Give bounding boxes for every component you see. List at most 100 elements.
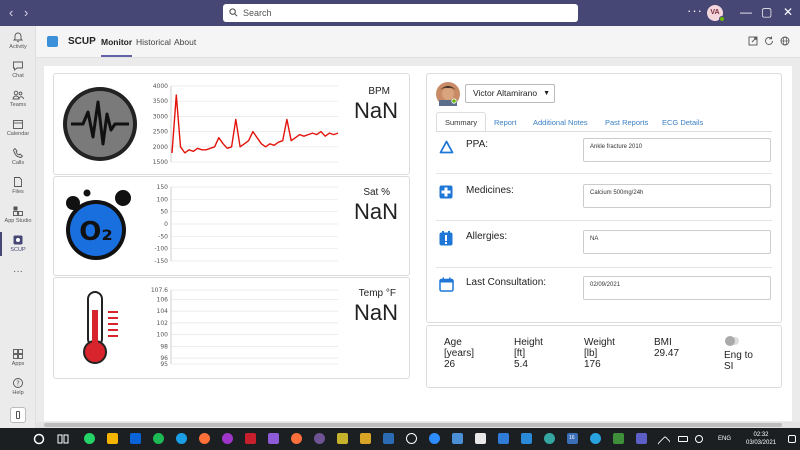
app-icon[interactable] <box>475 433 486 444</box>
rail-item-calendar[interactable]: Calendar <box>0 118 36 137</box>
chart-tick-label: -100 <box>154 246 168 253</box>
minimize-button[interactable]: — <box>740 6 752 18</box>
app-icon[interactable] <box>383 433 394 444</box>
app-icon[interactable] <box>268 433 279 444</box>
wifi-icon[interactable] <box>695 435 703 443</box>
app-icon[interactable] <box>360 433 371 444</box>
spotify-icon[interactable] <box>153 433 164 444</box>
more-options-icon[interactable]: ··· <box>687 3 703 18</box>
github-icon[interactable] <box>314 433 325 444</box>
chart-tick-label: 1500 <box>153 159 168 166</box>
task-view-icon[interactable] <box>57 433 69 445</box>
o2-icon: O₂ <box>66 189 131 260</box>
app-icon[interactable] <box>613 433 624 444</box>
language-indicator[interactable]: ENG <box>718 436 731 442</box>
vscode-icon[interactable] <box>521 433 532 444</box>
arduino-icon[interactable] <box>544 433 555 444</box>
firefox-icon[interactable] <box>199 433 210 444</box>
whatsapp-icon[interactable] <box>84 433 95 444</box>
filezilla-icon[interactable] <box>245 433 256 444</box>
sat-value: NaN <box>353 199 398 224</box>
chart-tick-label: -50 <box>158 233 168 240</box>
app-icon[interactable] <box>337 433 348 444</box>
app-icon[interactable] <box>498 433 509 444</box>
field-divider <box>436 267 772 268</box>
height-unit: [ft] <box>514 348 526 359</box>
app-icon[interactable] <box>452 433 463 444</box>
ppa-field[interactable]: Ankle fracture 2010 <box>583 138 771 162</box>
back-arrow-icon[interactable]: ‹ <box>9 5 13 20</box>
rail-item-more[interactable]: ··· <box>0 266 36 277</box>
app-icon[interactable] <box>406 433 417 444</box>
maximize-button[interactable]: ▢ <box>761 6 772 18</box>
rail-item-activity[interactable]: Activity <box>0 31 36 50</box>
app-icon[interactable] <box>222 433 233 444</box>
tab-report[interactable]: Report <box>494 118 517 127</box>
refresh-icon[interactable] <box>764 36 774 46</box>
field-divider <box>436 220 772 221</box>
allergies-field[interactable]: NA <box>583 230 771 254</box>
rail-item-app-studio[interactable]: App Studio <box>0 205 36 224</box>
chart-tick-label: 2500 <box>153 129 168 136</box>
scup-logo-icon <box>47 36 58 47</box>
taskbar: 16 ENG 02:32 03/03/2021 <box>0 428 800 450</box>
chart-tick-label: 102 <box>157 320 169 327</box>
forward-arrow-icon[interactable]: › <box>24 5 28 20</box>
medicines-field[interactable]: Calcium 500mg/24h <box>583 184 771 208</box>
weight-unit: [lb] <box>584 348 598 359</box>
app-badge: 16 <box>569 435 575 441</box>
mail-icon[interactable] <box>130 433 141 444</box>
battery-icon[interactable] <box>678 436 688 442</box>
tab-about[interactable]: About <box>174 37 196 47</box>
tab-historical[interactable]: Historical <box>136 37 171 47</box>
scrollbar-thumb[interactable] <box>44 423 782 427</box>
app-icon[interactable]: 16 <box>567 433 578 444</box>
tab-monitor[interactable]: Monitor <box>101 37 133 57</box>
rail-item-chat[interactable]: Chat <box>0 60 36 79</box>
globe-icon[interactable] <box>780 36 790 46</box>
chart-tick-label: 0 <box>164 221 168 228</box>
app-icon[interactable] <box>590 433 601 444</box>
rail-label: Files <box>12 189 24 195</box>
patient-select[interactable]: Victor Altamirano ▼ <box>465 84 555 103</box>
units-toggle[interactable] <box>725 336 739 346</box>
rail-label: Activity <box>9 44 27 50</box>
file-explorer-icon[interactable] <box>107 433 118 444</box>
rail-item-teams[interactable]: Teams <box>0 89 36 108</box>
bell-icon <box>12 32 24 43</box>
tray-chevron-icon[interactable] <box>657 435 671 450</box>
temp-chart: 107.6106104102100989695 <box>151 287 338 368</box>
user-avatar[interactable]: VA <box>707 5 725 22</box>
rail-label: Help <box>12 390 24 396</box>
notifications-icon[interactable] <box>788 435 796 443</box>
last-consultation-field[interactable]: 02/09/2021 <box>583 276 771 300</box>
rail-label: Calendar <box>6 131 30 137</box>
tab-ecg-details[interactable]: ECG Details <box>662 118 703 127</box>
rail-label: Calls <box>11 160 25 166</box>
search-input[interactable]: Search <box>223 4 578 22</box>
help-icon: ? <box>13 378 23 388</box>
tab-past-reports[interactable]: Past Reports <box>605 118 648 127</box>
weight-label: Weight <box>584 337 615 348</box>
device-icon[interactable] <box>10 407 26 423</box>
tab-summary[interactable]: Summary <box>445 118 477 127</box>
rail-item-files[interactable]: Files <box>0 176 36 195</box>
popout-icon[interactable] <box>748 36 758 46</box>
zoom-icon[interactable] <box>429 433 440 444</box>
tab-additional-notes[interactable]: Additional Notes <box>533 118 588 127</box>
close-button[interactable]: ✕ <box>783 6 793 18</box>
edge-icon[interactable] <box>176 433 187 444</box>
rail-item-help[interactable]: ? Help <box>0 377 36 396</box>
clock[interactable]: 02:32 03/03/2021 <box>746 431 776 447</box>
teams-taskbar-icon[interactable] <box>636 433 647 444</box>
windows-start-icon[interactable] <box>33 433 45 445</box>
allergy-alert-icon <box>439 231 453 246</box>
rail-item-calls[interactable]: Calls <box>0 147 36 166</box>
avatar-initials: VA <box>710 9 720 16</box>
app-icon[interactable] <box>291 433 302 444</box>
units-toggle-label: Eng to SI <box>724 350 753 372</box>
rail-item-apps[interactable]: Apps <box>0 348 36 367</box>
chart-tick-label: 3000 <box>153 113 168 120</box>
rail-item-scup[interactable]: SCUP <box>0 232 36 256</box>
chart-tick-label: 106 <box>157 296 169 303</box>
